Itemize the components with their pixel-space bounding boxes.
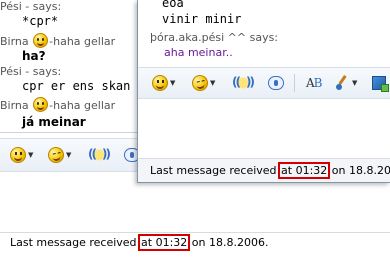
sender-line: þóra.aka.pési ^^ says: <box>150 31 279 44</box>
sender-line: Birna -haha gellar <box>0 97 116 112</box>
chat-message: eða <box>162 0 184 10</box>
chat-message: cpr er ens skan <box>22 79 131 93</box>
background-button[interactable]: ▼ <box>334 72 357 94</box>
nudge-button[interactable] <box>88 144 109 166</box>
conversation-history: Pési - says: *cpr* Birna -haha gellar ha… <box>0 0 138 132</box>
chevron-down-icon: ▼ <box>352 79 358 87</box>
conversation-history: eða vinir minir þóra.aka.pési ^^ says: a… <box>138 0 390 64</box>
chat-message: aha meinar.. <box>164 46 233 59</box>
chevron-down-icon: ▼ <box>210 79 216 87</box>
front-conversation-window: eða vinir minir þóra.aka.pési ^^ says: a… <box>137 0 390 183</box>
winks-button[interactable]: ▼ <box>46 144 72 166</box>
chevron-down-icon: ▼ <box>170 79 176 87</box>
sender-line: Birna -haha gellar <box>0 33 116 48</box>
paintbrush-icon <box>334 75 350 91</box>
voice-clip-icon <box>268 76 284 90</box>
chat-message: vinir minir <box>162 12 242 26</box>
emoticons-button[interactable]: ▼ <box>152 72 175 94</box>
more-actions-button[interactable] <box>372 72 389 94</box>
smiley-icon <box>10 147 26 163</box>
chat-message: ha? <box>22 49 46 63</box>
last-message-status: Last message received at 01:32 on 18.8.2… <box>150 162 390 179</box>
highlighted-time: at 01:32 <box>278 162 331 179</box>
nudge-button[interactable] <box>232 72 253 94</box>
smiley-icon <box>33 97 49 112</box>
last-message-status: Last message received at 01:32 on 18.8.2… <box>10 234 269 251</box>
more-actions-icon <box>372 76 389 92</box>
message-input[interactable] <box>0 172 138 233</box>
wink-icon <box>190 73 210 93</box>
message-toolbar: ▼ ▼ AB ▼ <box>138 67 390 99</box>
toolbar-separator <box>294 74 295 92</box>
chat-message: já meinar <box>22 115 86 129</box>
voice-clip-button[interactable] <box>268 72 284 94</box>
chat-message: *cpr* <box>22 14 59 28</box>
highlighted-time: at 01:32 <box>138 234 191 251</box>
sender-line: Pési - says: <box>0 0 62 13</box>
nudge-icon <box>232 74 253 92</box>
smiley-icon <box>152 75 168 91</box>
wink-icon <box>46 145 66 165</box>
message-input[interactable] <box>138 99 390 158</box>
emoticons-button[interactable]: ▼ <box>10 144 33 166</box>
divider <box>0 132 138 133</box>
message-toolbar: ▼ ▼ <box>0 138 140 172</box>
winks-button[interactable]: ▼ <box>190 72 216 94</box>
smiley-icon <box>33 33 49 48</box>
nudge-icon <box>88 146 109 164</box>
font-icon: AB <box>306 76 322 90</box>
font-button[interactable]: AB <box>306 72 322 94</box>
sender-line: Pési - says: <box>0 65 62 78</box>
chevron-down-icon: ▼ <box>28 151 34 159</box>
chevron-down-icon: ▼ <box>66 151 72 159</box>
